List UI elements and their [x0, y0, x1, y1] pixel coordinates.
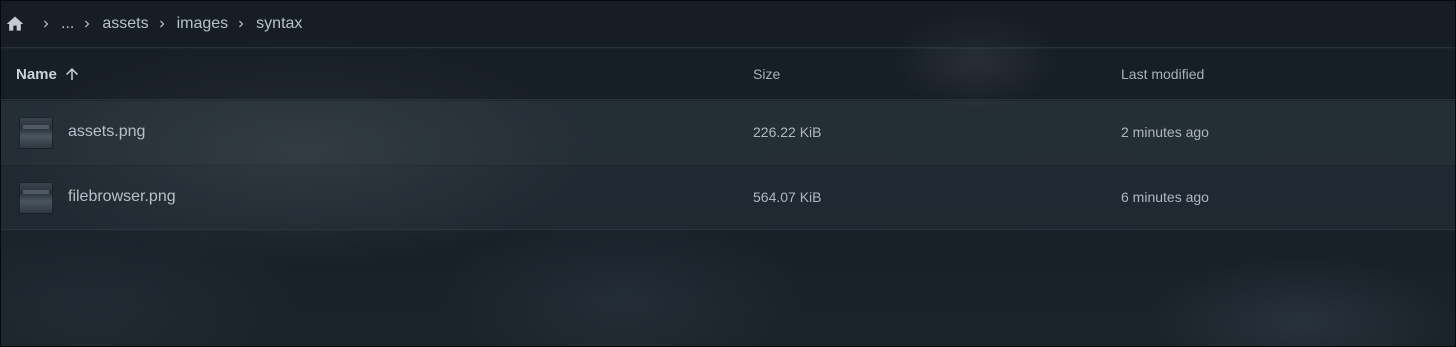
breadcrumb-item-ellipsis[interactable]: ...: [61, 14, 74, 34]
file-name: assets.png: [68, 123, 146, 140]
image-thumbnail-icon: [19, 182, 53, 214]
file-modified: 2 minutes ago: [1121, 124, 1209, 140]
breadcrumb-item-syntax[interactable]: syntax: [256, 14, 302, 34]
file-name: filebrowser.png: [68, 188, 176, 205]
file-size: 564.07 KiB: [753, 189, 822, 205]
file-browser-window: ... assets images syntax Name Size Last …: [0, 0, 1456, 347]
breadcrumb: ... assets images syntax: [1, 1, 1455, 48]
table-header: Name Size Last modified: [1, 49, 1455, 100]
chevron-right-icon: [155, 17, 169, 31]
chevron-right-icon: [39, 17, 53, 31]
column-header-name-label: Name: [16, 65, 57, 83]
table-row[interactable]: filebrowser.png 564.07 KiB 6 minutes ago: [1, 166, 1455, 230]
file-size: 226.22 KiB: [753, 124, 822, 140]
breadcrumb-item-images[interactable]: images: [177, 14, 229, 34]
breadcrumb-item-assets[interactable]: assets: [102, 14, 148, 34]
file-modified: 6 minutes ago: [1121, 189, 1209, 205]
column-header-size[interactable]: Size: [753, 66, 780, 82]
image-thumbnail-icon: [19, 117, 53, 149]
table-row[interactable]: assets.png 226.22 KiB 2 minutes ago: [1, 101, 1455, 165]
chevron-right-icon: [80, 17, 94, 31]
arrow-up-icon[interactable]: [63, 65, 81, 83]
column-header-name[interactable]: Name: [16, 65, 81, 83]
chevron-right-icon: [234, 17, 248, 31]
column-header-last-modified[interactable]: Last modified: [1121, 66, 1204, 82]
home-icon[interactable]: [5, 14, 25, 34]
